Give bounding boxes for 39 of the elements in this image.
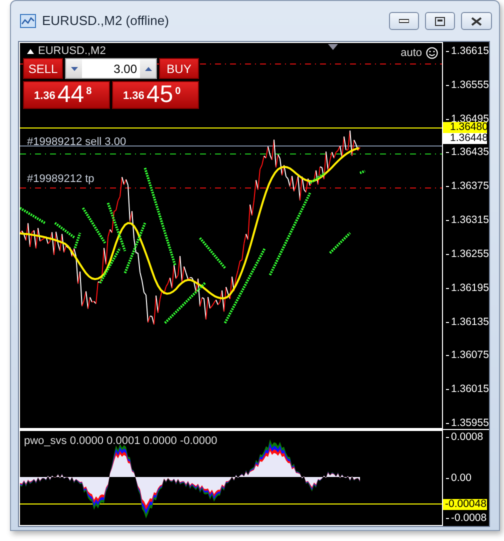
price-label: 1.36135 (446, 316, 489, 328)
indicator-value-label: -0.0008 (446, 513, 489, 524)
price-marker: 1.36448 (443, 133, 487, 144)
decrease-button[interactable] (66, 59, 82, 78)
close-button[interactable] (461, 12, 492, 30)
smiley-icon (426, 47, 438, 59)
price-label: 1.36075 (446, 350, 489, 362)
price-label: 1.36255 (446, 248, 489, 260)
minimize-icon (399, 19, 409, 23)
price-label: 1.36615 (446, 46, 489, 57)
price-label: 1.36435 (446, 147, 489, 158)
close-icon (471, 16, 482, 26)
indicator-marker: -0.00048 (443, 499, 487, 510)
decrease-arrow-icon[interactable] (70, 66, 78, 70)
restore-icon (435, 16, 445, 26)
price-label: 1.35955 (446, 418, 489, 429)
price-marker: 1.36480 (443, 122, 487, 133)
minimize-button[interactable] (389, 12, 419, 30)
symbol-label: EURUSD.,M2 (38, 45, 106, 57)
indicator-value-label: 0.0008 (446, 432, 489, 443)
price-label: 1.36315 (446, 215, 489, 226)
collapse-arrow-icon[interactable] (27, 48, 34, 54)
price-label: 1.36555 (446, 80, 489, 91)
order-label: #19989212 sell 3.00 (27, 136, 126, 148)
sell-button[interactable]: SELL (23, 58, 63, 79)
price-label: 1.36375 (446, 181, 489, 192)
autoscroll-label: auto (400, 47, 422, 59)
price-label: 1.36015 (446, 384, 489, 396)
take-profit-label: #19989212 tp (27, 173, 94, 185)
buy-button[interactable]: BUY (159, 58, 199, 79)
restore-button[interactable] (425, 12, 455, 30)
indicator-label: pwo_svs 0.0000 0.0001 0.0000 -0.0000 (24, 435, 218, 447)
price-label: 1.36195 (446, 282, 489, 294)
window-title: EURUSD.,M2 (offline) (42, 12, 170, 30)
volume-spinner[interactable]: 3.00 (65, 58, 157, 79)
indicator-value-label: 0.00 (446, 472, 489, 484)
chart-window-icon (20, 14, 36, 28)
increase-button[interactable] (140, 59, 156, 78)
increase-arrow-icon[interactable] (144, 66, 152, 70)
